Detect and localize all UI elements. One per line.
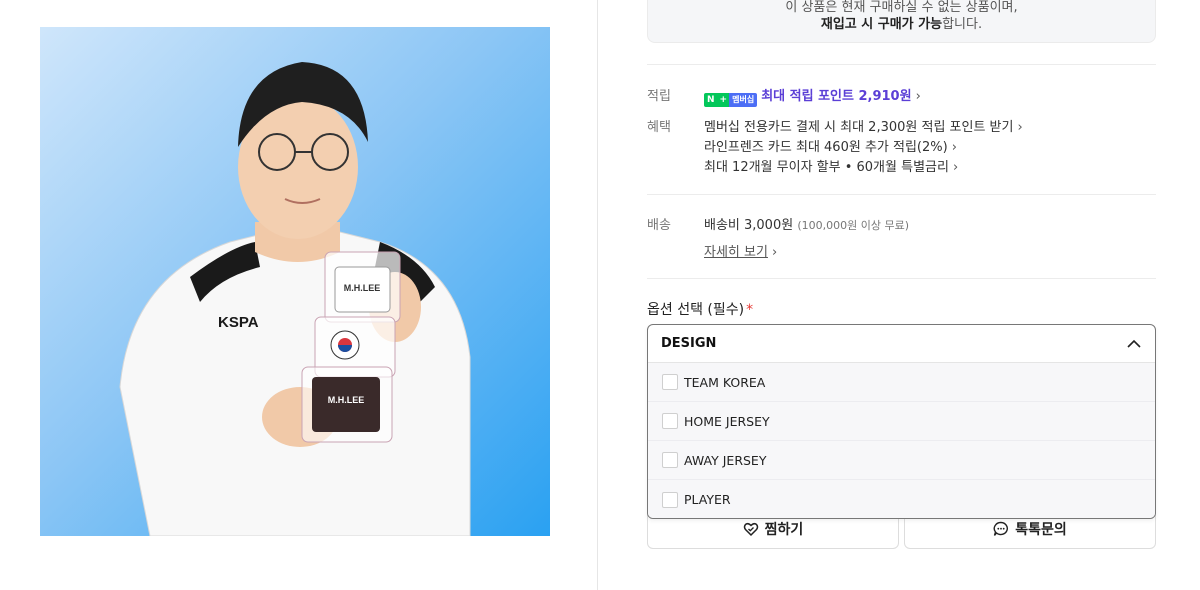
heart-check-icon <box>743 522 758 536</box>
product-photo: KSPA M.H.LEE M.H.LEE <box>119 62 471 536</box>
naver-membership-badge: N + 멤버십 <box>704 93 758 107</box>
cube-label-top: M.H.LEE <box>344 283 381 293</box>
divider-1 <box>647 64 1156 65</box>
shipping-detail[interactable]: 자세히 보기 › <box>704 241 777 260</box>
shipping-label: 배송 <box>647 218 671 233</box>
chat-bubble-icon <box>993 521 1009 536</box>
required-mark: * <box>746 302 754 318</box>
benefit-item-1[interactable]: 멤버십 전용카드 결제 시 최대 2,300원 적립 포인트 받기 › <box>704 116 1023 135</box>
option-item-home-jersey[interactable]: HOME JERSEY <box>648 402 1155 441</box>
shipping-detail-link[interactable]: 자세히 보기 <box>704 245 768 260</box>
shipping-fee-row: 배송비 3,000원 (100,000원 이상 무료) <box>704 214 909 233</box>
checkbox[interactable] <box>662 491 678 508</box>
benefit-item-3[interactable]: 최대 12개월 무이자 할부 • 60개월 특별금리 › <box>704 156 958 175</box>
chevron-right-icon: › <box>951 140 957 155</box>
notice-line2-rest: 합니다. <box>942 17 983 32</box>
dropdown-selected-label: DESIGN <box>661 336 717 351</box>
max-points-link[interactable]: 최대 적립 포인트 2,910원 <box>761 89 911 104</box>
checkbox[interactable] <box>662 374 678 390</box>
column-divider <box>597 0 598 590</box>
jersey-sponsor-text: KSPA <box>218 314 259 331</box>
option-item-label: AWAY JERSEY <box>684 452 767 468</box>
chevron-right-icon: › <box>771 245 778 260</box>
benefit-text-3: 최대 12개월 무이자 할부 • 60개월 특별금리 <box>704 160 949 175</box>
wishlist-label: 찜하기 <box>764 521 804 538</box>
notice-line1: 이 상품은 현재 구매하실 수 없는 상품이며, <box>785 0 1018 15</box>
option-item-player[interactable]: PLAYER <box>648 480 1155 518</box>
benefits-label: 혜택 <box>647 120 671 135</box>
benefit-item-2[interactable]: 라인프렌즈 카드 최대 460원 추가 적립(2%) › <box>704 136 957 155</box>
benefit-text-1: 멤버십 전용카드 결제 시 최대 2,300원 적립 포인트 받기 <box>704 120 1014 135</box>
cube-label-bottom: M.H.LEE <box>328 395 365 405</box>
benefit-text-2: 라인프렌즈 카드 최대 460원 추가 적립(2%) <box>704 140 948 155</box>
points-row[interactable]: N + 멤버십 최대 적립 포인트 2,910원 › <box>704 85 921 107</box>
sold-out-notice: 이 상품은 현재 구매하실 수 없는 상품이며, 재입고 시 구매가 가능합니다… <box>647 0 1156 43</box>
notice-line2-bold: 재입고 시 구매가 가능 <box>820 17 943 32</box>
shipping-fee: 배송비 3,000원 <box>704 218 794 233</box>
badge-n: N <box>704 93 718 107</box>
divider-3 <box>647 278 1156 279</box>
option-dropdown[interactable]: DESIGN TEAM KOREA HOME JERSEY AWAY JERSE… <box>647 324 1156 519</box>
option-select-title: 옵션 선택 (필수) * <box>647 299 753 319</box>
chevron-right-icon: › <box>952 160 959 175</box>
checkbox[interactable] <box>662 413 678 429</box>
option-item-away-jersey[interactable]: AWAY JERSEY <box>648 441 1155 480</box>
talk-inquiry-label: 톡톡문의 <box>1015 521 1067 538</box>
product-image: KSPA M.H.LEE M.H.LEE <box>40 27 550 536</box>
badge-member: 멤버십 <box>729 93 758 107</box>
points-label: 적립 <box>647 89 671 104</box>
option-item-label: PLAYER <box>684 492 731 507</box>
notice-line2: 재입고 시 구매가 가능합니다. <box>648 16 1155 33</box>
option-item-label: HOME JERSEY <box>684 413 770 429</box>
chevron-right-icon: › <box>915 89 921 104</box>
option-item-team-korea[interactable]: TEAM KOREA <box>648 363 1155 402</box>
option-title-text: 옵션 선택 (필수) <box>647 302 745 318</box>
badge-plus: + <box>717 93 730 107</box>
option-item-label: TEAM KOREA <box>684 374 766 390</box>
shipping-free-note: (100,000원 이상 무료) <box>797 219 910 232</box>
checkbox[interactable] <box>662 452 678 468</box>
chevron-up-icon[interactable] <box>1127 339 1141 348</box>
dropdown-header[interactable]: DESIGN <box>648 325 1155 363</box>
divider-2 <box>647 194 1156 195</box>
chevron-right-icon: › <box>1017 120 1023 135</box>
